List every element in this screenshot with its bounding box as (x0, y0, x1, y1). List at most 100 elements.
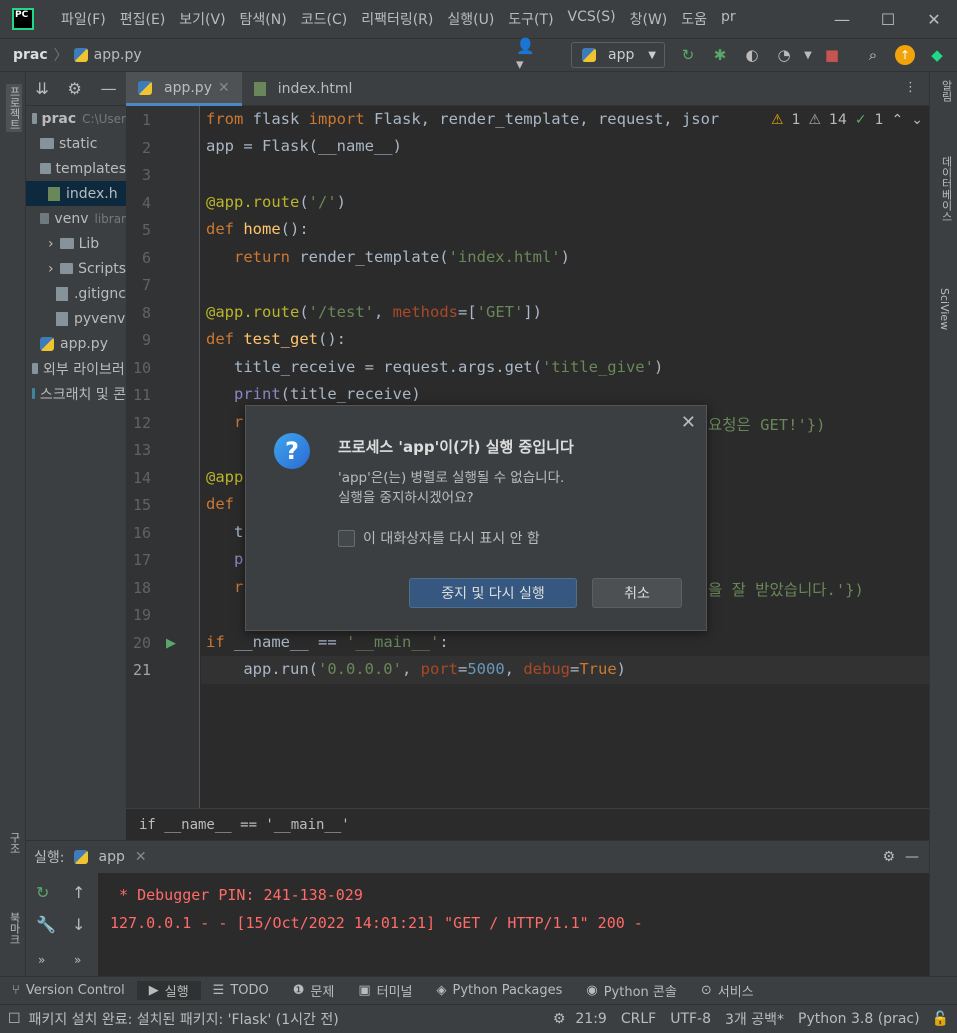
typo-count: 1 (874, 112, 884, 128)
indent-setting[interactable]: 3개 공백* (725, 1009, 784, 1029)
tree-item[interactable]: venv librar (26, 206, 126, 231)
sciview-tool-button[interactable]: SciView (938, 288, 951, 330)
up-arrow-icon[interactable]: ↑ (72, 883, 85, 902)
tree-item[interactable]: .gitignc (26, 281, 126, 306)
tree-item[interactable]: index.h (26, 181, 126, 206)
tree-item[interactable]: › Lib (26, 231, 126, 256)
more-icon[interactable]: » (74, 953, 81, 967)
gear-icon[interactable]: ⚙ (68, 79, 82, 98)
tool-window-button[interactable]: ☰ TODO (201, 983, 281, 998)
background-tasks-icon[interactable]: ⚙ (553, 1011, 566, 1027)
more-tabs-icon[interactable]: ⋮ (892, 72, 929, 105)
rerun-icon[interactable]: ↻ (678, 45, 698, 65)
tab-app-py[interactable]: app.py ✕ (126, 72, 242, 106)
editor-breadcrumb[interactable]: if __name__ == '__main__' (126, 808, 929, 840)
menu-item[interactable]: 리팩터링(R) (354, 9, 440, 29)
menu-item[interactable]: 코드(C) (294, 9, 354, 29)
coverage-icon[interactable]: ◐ (742, 45, 762, 65)
status-message[interactable]: 패키지 설치 완료: 설치된 패키지: 'Flask' (1시간 전) (29, 1009, 339, 1029)
menu-item[interactable]: VCS(S) (561, 9, 623, 29)
hide-icon[interactable]: — (905, 849, 919, 865)
caret-position[interactable]: 21:9 (575, 1011, 606, 1027)
run-tab[interactable]: app (98, 849, 124, 865)
close-icon[interactable]: ✕ (681, 412, 696, 433)
tree-item[interactable]: pyvenv (26, 306, 126, 331)
tree-item[interactable]: 외부 라이브러 (26, 356, 126, 381)
console-line: * Debugger PIN: 241-138-029 (110, 886, 363, 904)
file-icon (56, 286, 68, 301)
console-output[interactable]: * Debugger PIN: 241-138-029 127.0.0.1 - -… (110, 881, 643, 937)
tool-window-button[interactable]: ⊙ 서비스 (689, 981, 766, 1000)
down-arrow-icon[interactable]: ↓ (72, 915, 85, 934)
menu-item[interactable]: 파일(F) (54, 9, 113, 29)
stop-icon[interactable]: ■ (822, 45, 842, 65)
menu-item[interactable]: 보기(V) (172, 9, 232, 29)
gear-icon[interactable]: ⚙ (882, 849, 895, 865)
run-config-selector[interactable]: app ▼ (571, 42, 665, 68)
chevron-right-icon[interactable]: › (48, 236, 54, 252)
cancel-button[interactable]: 취소 (592, 578, 682, 608)
breadcrumb-file[interactable]: app.py (94, 47, 142, 63)
menu-item[interactable]: 도구(T) (501, 9, 560, 29)
file-encoding[interactable]: UTF-8 (670, 1011, 711, 1027)
close-tab-icon[interactable]: ✕ (218, 80, 230, 96)
menu-item[interactable]: 도움 (674, 9, 714, 29)
menu-item[interactable]: 편집(E) (113, 9, 173, 29)
tool-window-button[interactable]: ▣ 터미널 (346, 981, 424, 1000)
stop-and-rerun-button[interactable]: 중지 및 다시 실행 (409, 578, 577, 608)
menu-item[interactable]: 실행(U) (440, 9, 501, 29)
inspection-widget[interactable]: ⚠ 1 ⚠ 14 ✓ 1 ⌃ ⌄ (771, 112, 923, 128)
prev-highlight-icon[interactable]: ⌃ (892, 112, 904, 128)
tree-item[interactable]: › Scripts (26, 256, 126, 281)
tool-window-button[interactable]: ◈ Python Packages (425, 983, 575, 998)
python-interpreter[interactable]: Python 3.8 (prac) (798, 1011, 920, 1027)
bookmarks-tool-button[interactable]: 북마크 (6, 912, 22, 945)
rerun-icon[interactable]: ↻ (36, 883, 49, 902)
notifications-tool-button[interactable]: 알림 (938, 80, 954, 102)
search-icon[interactable]: ⌕ (863, 45, 883, 65)
checkbox-box[interactable] (338, 529, 355, 547)
lock-icon[interactable]: 🔓 (932, 1011, 949, 1027)
maximize-icon[interactable]: ☐ (865, 0, 911, 38)
tree-item[interactable]: static (26, 131, 126, 156)
console-line: 127.0.0.1 - - [15/Oct/2022 14:01:21] "GE… (110, 914, 643, 932)
debug-icon[interactable]: ✱ (710, 45, 730, 65)
tool-window-button[interactable]: ◉ Python 콘솔 (574, 981, 688, 1000)
layout-icon[interactable]: ☐ (8, 1011, 21, 1027)
hide-icon[interactable]: — (101, 79, 117, 98)
run-gutter-icon[interactable]: ▶ (166, 636, 176, 651)
code-line: p (234, 550, 244, 568)
tree-item[interactable]: prac C:\User (26, 106, 126, 131)
menu-item[interactable]: 창(W) (623, 9, 675, 29)
tree-item[interactable]: 스크래치 및 콘 (26, 381, 126, 406)
close-icon[interactable]: ✕ (911, 0, 957, 38)
user-icon[interactable]: 👤▾ (516, 37, 536, 73)
more-run-icon[interactable]: ▼ (798, 45, 818, 65)
dont-show-again-checkbox[interactable]: 이 대화상자를 다시 표시 안 함 (338, 528, 540, 548)
update-icon[interactable]: ↑ (895, 45, 915, 65)
collapse-all-icon[interactable]: ⇊ (35, 79, 48, 98)
tree-item[interactable]: templates (26, 156, 126, 181)
tool-window-button[interactable]: ❶ 문제 (281, 981, 347, 1000)
tool-window-button[interactable]: ⑂ Version Control (0, 983, 137, 998)
profile-icon[interactable]: ◔ (774, 45, 794, 65)
tab-index-html[interactable]: index.html (242, 72, 365, 106)
tree-item-label: index.h (66, 185, 118, 202)
menu-item[interactable]: 탐색(N) (233, 9, 294, 29)
code-line: if __name__ == '__main__': (206, 633, 449, 651)
wrench-icon[interactable]: 🔧 (36, 915, 56, 934)
next-highlight-icon[interactable]: ⌄ (911, 112, 923, 128)
close-tab-icon[interactable]: ✕ (135, 849, 147, 865)
jetbrains-toolbox-icon[interactable]: ◆ (927, 45, 947, 65)
database-tool-button[interactable]: 데이터베이스 (938, 156, 954, 222)
tool-window-button[interactable]: ▶ 실행 (136, 981, 201, 1000)
tree-item[interactable]: app.py (26, 331, 126, 356)
more-icon[interactable]: » (38, 953, 45, 967)
menu-item[interactable]: pr (714, 9, 743, 29)
minimize-icon[interactable]: — (819, 0, 865, 38)
chevron-right-icon[interactable]: › (48, 261, 54, 277)
line-separator[interactable]: CRLF (621, 1011, 656, 1027)
project-tool-button[interactable]: 프로젝트 (6, 84, 22, 132)
structure-tool-button[interactable]: 구조 (6, 832, 22, 854)
breadcrumb-project[interactable]: prac (13, 47, 48, 63)
